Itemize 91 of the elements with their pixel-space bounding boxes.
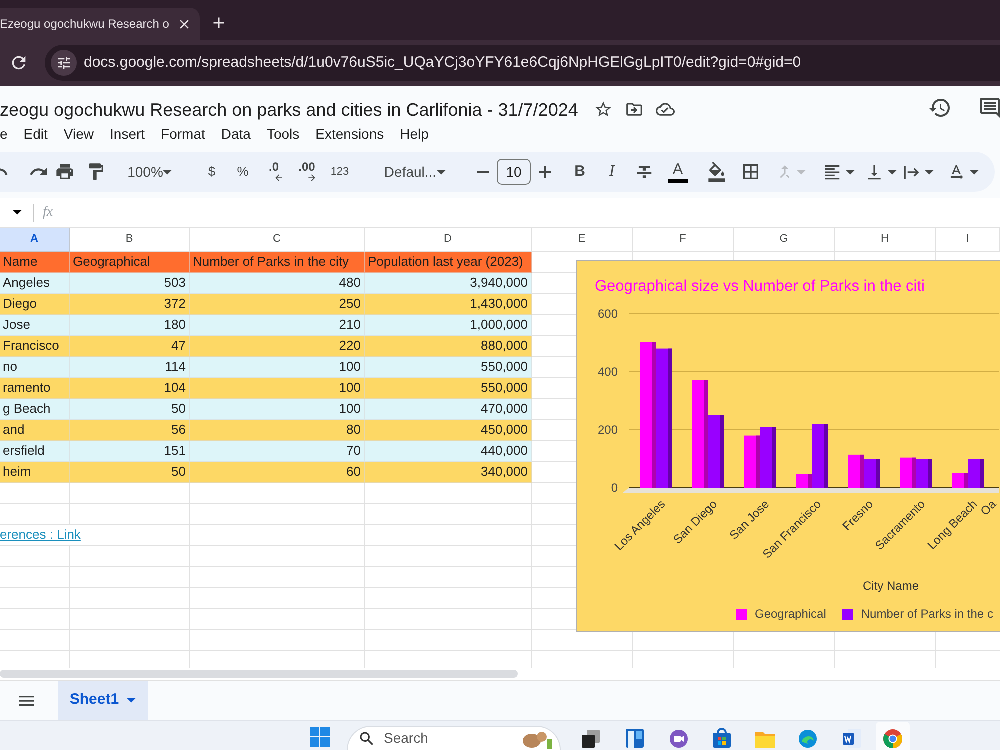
history-icon[interactable] [928,96,952,120]
column-header[interactable]: E [532,228,633,252]
align-left-icon [823,162,842,182]
menu-item[interactable]: Help [400,124,429,144]
comment-icon[interactable] [978,96,1000,120]
column-header[interactable]: F [633,228,734,252]
legend-label: Geographical [755,606,826,622]
cloud-check-icon[interactable] [656,100,676,119]
arrow-left-icon [274,173,284,183]
menu-item[interactable]: Insert [110,124,146,144]
caret-icon [12,210,22,215]
chart-bar [848,454,864,488]
currency-button[interactable]: $ [199,158,225,186]
minus-icon [477,171,489,173]
chart-bar [900,458,916,488]
arrow-right-icon [307,173,317,183]
overlapping-squares-icon[interactable] [581,728,601,748]
menu-item[interactable]: Data [221,124,251,144]
wrap-arrow-icon [904,166,921,178]
percent-button[interactable]: % [230,158,256,186]
chart-bar [744,436,760,488]
table-cell: heim [0,462,70,483]
caret-icon [888,170,897,174]
table-cell: 50 [70,462,190,483]
bold-button[interactable]: B [566,158,594,186]
column-header[interactable]: A [0,228,70,252]
caret-icon [970,170,979,174]
borders-icon [741,162,761,182]
sheet-tab[interactable]: Sheet1 [58,681,148,720]
chart-bar [864,459,880,488]
column-header[interactable]: B [70,228,190,252]
star-icon[interactable] [594,100,614,119]
paint-bucket-icon [707,162,727,182]
color-bar-icon [668,178,688,182]
caret-icon [797,170,806,174]
x-axis-label: Oa [978,497,999,518]
menu-item[interactable]: Edit [24,124,48,144]
y-axis-label: 400 [598,365,618,379]
folder-move-icon[interactable] [625,100,644,119]
document-icon[interactable] [842,728,862,748]
menu-item[interactable]: Tools [266,124,300,144]
table-cell: 60 [190,462,365,483]
caret-icon [163,170,172,174]
text-color-button[interactable]: A [664,158,692,186]
menu-item[interactable]: Format [161,124,206,144]
zoom-dropdown[interactable]: 100% [116,158,184,186]
caret-icon [925,170,934,174]
address-bar[interactable]: docs.google.com/spreadsheets/d/1u0v76uS5ic_UQaYCj3oYFY61e6Cqj6NpHGElGgLpIT0/edit?gid=0#gid=0 [45,45,1000,81]
chart-bar [760,427,776,488]
table-cell: 340,000 [365,462,532,483]
caret-icon [436,170,446,174]
font-dropdown[interactable]: Defaul... [370,158,460,186]
chart-bar [916,459,932,488]
column-header[interactable]: D [365,228,532,252]
video-camera-icon[interactable] [669,728,689,748]
column-header[interactable]: H [835,228,936,252]
menu-item[interactable]: Extensions [316,124,384,144]
search-icon [358,730,376,748]
function-label: fx [43,204,54,222]
column-header[interactable]: I [936,228,1000,252]
font-size-field[interactable]: 10 [497,159,531,185]
column-header[interactable]: C [190,228,365,252]
menu-item[interactable]: View [64,124,94,144]
split-panel-icon[interactable] [625,728,645,748]
swirl-icon[interactable] [798,728,818,748]
reference-link[interactable]: erences : Link [0,525,81,545]
document-title[interactable]: zeogu ogochukwu Research on parks and cities in Carlifonia - 31/7/2024 [0,98,578,122]
tricolor-circle-icon[interactable] [883,729,903,749]
print-icon [55,162,75,182]
number-format-button[interactable]: 123 [327,158,353,186]
increase-decimal-button[interactable]: .00 [294,158,320,186]
search-field[interactable]: Search [347,726,561,750]
italic-button[interactable]: I [598,158,626,186]
y-axis-label: 200 [598,423,618,437]
y-axis-label: 0 [611,481,618,495]
decrease-decimal-button[interactable]: .0 [261,158,287,186]
chart-title: Geographical size vs Number of Parks in the citi [595,277,926,297]
legend-label: Number of Parks in the c [861,606,994,622]
y-axis-label: 600 [598,307,618,321]
caret-icon [846,170,855,174]
x-axis-title: City Name [863,579,920,593]
plus-icon [539,166,551,178]
align-bottom-icon [865,162,884,182]
site-settings-icon[interactable] [51,50,77,76]
horizontal-scrollbar[interactable] [0,670,518,678]
shopping-bag-icon[interactable] [712,728,732,748]
caret-icon [127,698,136,703]
column-header[interactable]: G [734,228,835,252]
menu-item[interactable]: e [0,124,8,144]
start-icon[interactable] [310,727,330,747]
browser-tab[interactable]: Ezeogu ogochukwu Research o [0,8,200,40]
